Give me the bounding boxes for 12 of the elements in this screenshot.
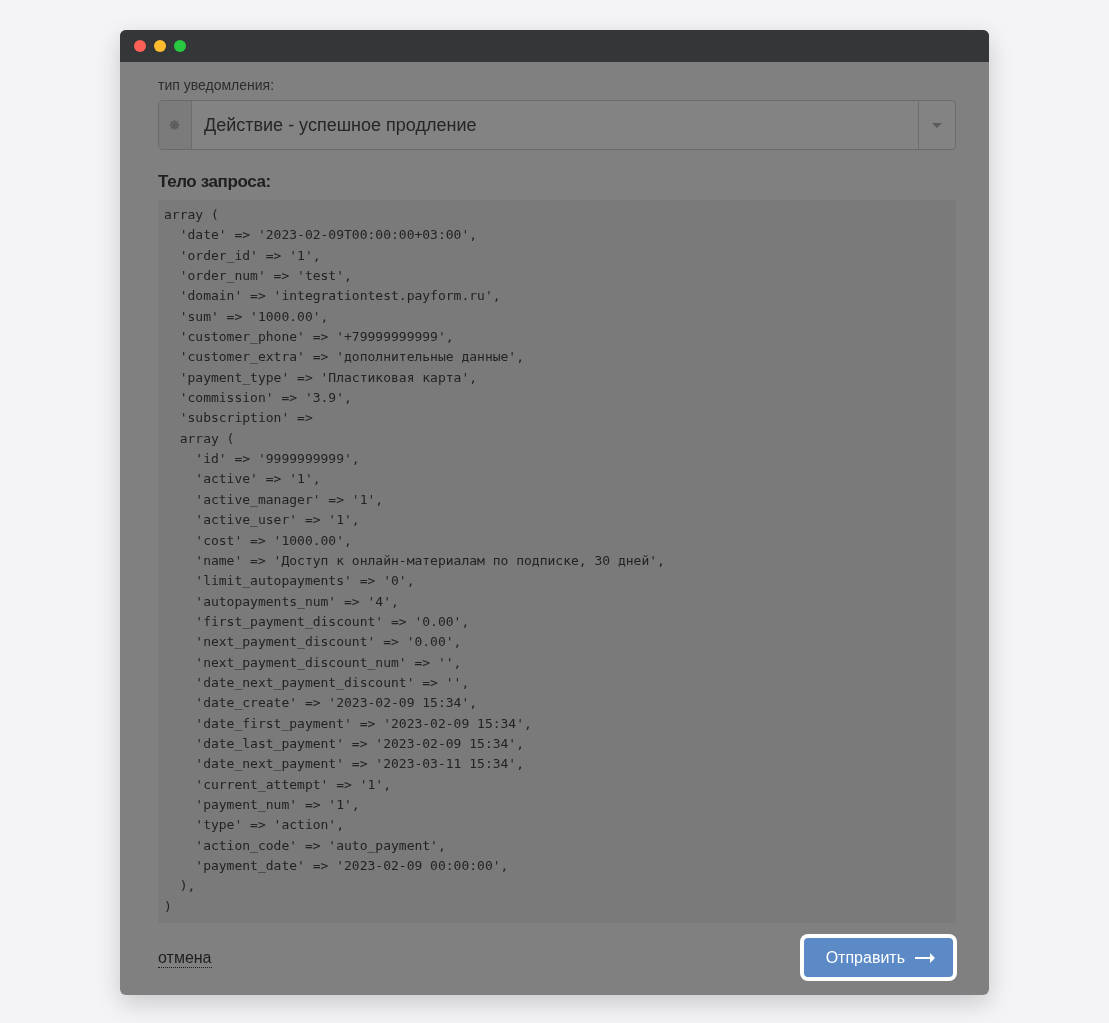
section-heading: Тело запроса: bbox=[158, 172, 272, 192]
window-control-button[interactable] bbox=[154, 40, 166, 52]
gear-icon bbox=[169, 119, 181, 131]
notification-type-select[interactable]: Действие - успешное продление bbox=[158, 100, 956, 150]
code-block: array ( 'date' => '2023-02-09T00:00:00+03:00', 'order_id' => '1', 'order_num' => 'test', 'domain' => 'integrationtest.payform.ru', 'sum' => '1000.00', 'customer_phone' => '+79999999999', 'customer_extra' => 'дополнительные данные', 'payment_type' => 'Пластиковая карта', 'commission' => '3.9', 'subscription' => array ( 'id' => '9999999999', 'active' => '1', 'active_manager' => '1', 'active_user' => '1', 'cost' => '1000.00', 'name' => 'Доступ к онлайн-материалам по подписке, 30 дней', 'limit_autopayments' => '0', 'autopayments_num' => '4', 'first_payment_discount' => '0.00', 'next_payment_discount' => '0.00', 'next_payment_discount_num' => '', 'date_next_payment_discount' => '', 'date_create' => '2023-02-09 15:34', 'date_first_payment' => '2023-02-09 15:34', 'date_last_payment' => '2023-02-09 15:34', 'date_next_payment' => '2023-03-11 15:34', 'current_attempt' => '1', 'payment_num' => '1', 'type' => 'action', 'action_code' => 'auto_payment', 'payment_date' => '2023-02-09 00:00:00', ), ) bbox=[158, 200, 956, 924]
window-control-button[interactable] bbox=[174, 40, 186, 52]
arrow-right-icon bbox=[915, 952, 935, 963]
select-value: Действие - успешное продление bbox=[203, 113, 478, 137]
window-control-button[interactable] bbox=[134, 40, 146, 52]
field-label: тип уведомления: bbox=[158, 76, 276, 94]
cancel-link[interactable]: отмена bbox=[158, 947, 212, 968]
caret-icon bbox=[932, 122, 942, 128]
